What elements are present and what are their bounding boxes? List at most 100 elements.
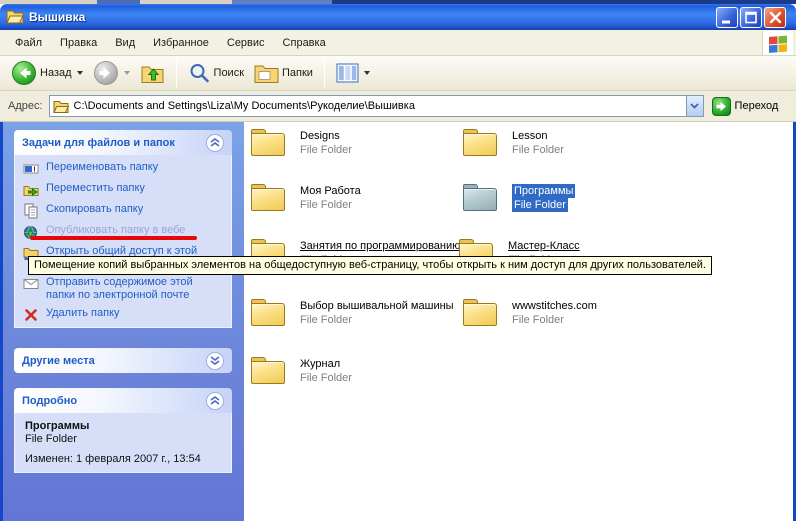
folder-icon-selected bbox=[462, 183, 500, 213]
task-email-folder-contents[interactable]: Отправить содержимое этой папки по элект… bbox=[23, 276, 223, 302]
forward-dropdown-icon bbox=[124, 71, 130, 75]
panel-header[interactable]: Другие места bbox=[14, 348, 232, 373]
panel-body: Переименовать папку Переместить папку Ск… bbox=[14, 155, 232, 328]
folder-tile-zhurnal[interactable]: ЖурналFile Folder bbox=[250, 356, 352, 386]
window-folder-icon bbox=[6, 8, 24, 27]
toolbar-separator bbox=[176, 59, 177, 87]
folder-name: Занятия по программированию bbox=[300, 239, 460, 253]
task-link: Переименовать папку bbox=[46, 161, 216, 174]
task-link: Удалить папку bbox=[46, 307, 216, 320]
windows-logo-icon bbox=[762, 31, 793, 55]
back-dropdown-icon[interactable] bbox=[77, 71, 83, 75]
address-folder-icon bbox=[53, 99, 69, 113]
folder-tile-wwwstitches[interactable]: wwwstitches.comFile Folder bbox=[462, 298, 597, 328]
folder-icon bbox=[250, 183, 288, 213]
back-label: Назад bbox=[40, 67, 72, 79]
folder-name: Lesson bbox=[512, 129, 547, 143]
task-link: Переместить папку bbox=[46, 182, 216, 195]
minimize-button[interactable] bbox=[716, 7, 738, 28]
menu-tools[interactable]: Сервис bbox=[218, 34, 274, 52]
folder-name: Моя Работа bbox=[300, 184, 361, 198]
panel-title: Другие места bbox=[22, 355, 95, 367]
folder-name: Выбор вышивальной машины bbox=[300, 299, 454, 313]
search-icon bbox=[188, 62, 211, 85]
close-button[interactable] bbox=[764, 7, 786, 28]
folder-icon bbox=[250, 356, 288, 386]
folder-name: wwwstitches.com bbox=[512, 299, 597, 313]
forward-button[interactable] bbox=[90, 60, 133, 86]
collapse-button[interactable] bbox=[206, 134, 224, 152]
folder-tile-designs[interactable]: DesignsFile Folder bbox=[250, 128, 352, 158]
folder-name: Мастер-Класс bbox=[508, 239, 580, 253]
maximize-icon bbox=[743, 9, 760, 26]
up-button[interactable] bbox=[137, 61, 168, 85]
go-arrow-icon bbox=[712, 97, 731, 116]
details-folder-name: Программы bbox=[25, 420, 221, 432]
copy-icon bbox=[23, 203, 39, 219]
address-label: Адрес: bbox=[8, 100, 43, 112]
email-icon bbox=[23, 276, 39, 292]
folder-icon bbox=[250, 298, 288, 328]
panel-header[interactable]: Задачи для файлов и папок bbox=[14, 130, 232, 155]
menu-view[interactable]: Вид bbox=[106, 34, 144, 52]
go-button[interactable]: Переход bbox=[712, 97, 779, 116]
back-button[interactable]: Назад bbox=[8, 60, 86, 86]
task-move-folder[interactable]: Переместить папку bbox=[23, 182, 223, 198]
panel-other-places: Другие места bbox=[14, 348, 232, 373]
folder-type: File Folder bbox=[512, 313, 564, 327]
tooltip: Помещение копий выбранных элементов на о… bbox=[28, 256, 712, 275]
panel-header[interactable]: Подробно bbox=[14, 388, 232, 413]
toolbar-separator bbox=[324, 59, 325, 87]
forward-icon bbox=[93, 60, 119, 86]
task-copy-folder[interactable]: Скопировать папку bbox=[23, 203, 223, 219]
window-body: Задачи для файлов и папок Переименовать … bbox=[0, 122, 796, 521]
panel-details: Подробно Программы File Folder Изменен: … bbox=[14, 388, 232, 473]
chevron-down-icon bbox=[690, 103, 699, 109]
search-label: Поиск bbox=[214, 67, 244, 79]
address-input[interactable]: C:\Documents and Settings\Liza\My Docume… bbox=[49, 95, 704, 117]
menu-edit[interactable]: Правка bbox=[51, 34, 106, 52]
addressbar: Адрес: C:\Documents and Settings\Liza\My… bbox=[0, 91, 796, 122]
folder-tile-programmy-selected[interactable]: ПрограммыFile Folder bbox=[462, 183, 575, 213]
address-path: C:\Documents and Settings\Liza\My Docume… bbox=[74, 100, 415, 112]
toolbar: Назад Поиск bbox=[0, 56, 796, 91]
move-icon bbox=[23, 182, 39, 198]
menu-help[interactable]: Справка bbox=[274, 34, 335, 52]
panel-body: Программы File Folder Изменен: 1 февраля… bbox=[14, 413, 232, 473]
views-dropdown-icon[interactable] bbox=[364, 71, 370, 75]
menu-favorites[interactable]: Избранное bbox=[144, 34, 218, 52]
window-title: Вышивка bbox=[29, 10, 716, 24]
expand-button[interactable] bbox=[206, 352, 224, 370]
folder-tile-vybor-mashiny[interactable]: Выбор вышивальной машиныFile Folder bbox=[250, 298, 454, 328]
titlebar[interactable]: Вышивка bbox=[0, 4, 796, 30]
task-pane: Задачи для файлов и папок Переименовать … bbox=[3, 122, 244, 521]
panel-file-folder-tasks: Задачи для файлов и папок Переименовать … bbox=[14, 130, 232, 328]
details-modified: Изменен: 1 февраля 2007 г., 13:54 bbox=[25, 453, 221, 465]
task-rename-folder[interactable]: Переименовать папку bbox=[23, 161, 223, 177]
folder-type: File Folder bbox=[300, 143, 352, 157]
folder-tile-moya-rabota[interactable]: Моя РаботаFile Folder bbox=[250, 183, 361, 213]
folder-name: Журнал bbox=[300, 357, 340, 371]
search-button[interactable]: Поиск bbox=[185, 62, 247, 85]
views-button[interactable] bbox=[333, 63, 373, 83]
delete-icon bbox=[23, 307, 39, 323]
collapse-button[interactable] bbox=[206, 392, 224, 410]
folder-tile-lesson[interactable]: LessonFile Folder bbox=[462, 128, 564, 158]
task-link: Скопировать папку bbox=[46, 203, 216, 216]
menu-file[interactable]: Файл bbox=[6, 34, 51, 52]
chevron-down-icon bbox=[210, 356, 220, 365]
folder-icon bbox=[462, 128, 500, 158]
go-label: Переход bbox=[735, 100, 779, 112]
folders-icon bbox=[254, 62, 279, 84]
task-link: Отправить содержимое этой папки по элект… bbox=[46, 276, 216, 302]
maximize-button[interactable] bbox=[740, 7, 762, 28]
red-underline-annotation bbox=[30, 236, 197, 240]
task-delete-folder[interactable]: Удалить папку bbox=[23, 307, 223, 323]
menubar: Файл Правка Вид Избранное Сервис Справка bbox=[0, 30, 796, 56]
chevron-up-icon bbox=[210, 138, 220, 147]
folders-button[interactable]: Папки bbox=[251, 62, 316, 84]
address-dropdown-button[interactable] bbox=[686, 96, 703, 116]
folder-icon bbox=[462, 298, 500, 328]
panel-title: Подробно bbox=[22, 395, 77, 407]
folder-type: File Folder bbox=[300, 313, 352, 327]
